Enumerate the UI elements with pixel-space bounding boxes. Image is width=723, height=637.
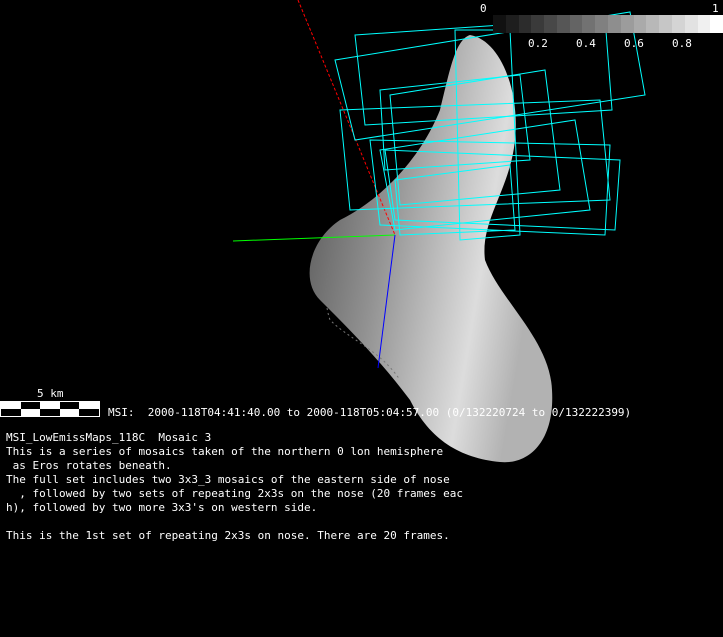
colorbar-tick: 0.6	[624, 37, 644, 50]
description-line: The full set includes two 3x3_3 mosaics …	[6, 473, 450, 486]
description-line: , followed by two sets of repeating 2x3s…	[6, 487, 463, 500]
msi-time-range: MSI: 2000-118T04:41:40.00 to 2000-118T05…	[108, 406, 632, 419]
colorbar-tick: 0.2	[528, 37, 548, 50]
description-line: h), followed by two more 3x3's on wester…	[6, 501, 318, 514]
description-line: This is a series of mosaics taken of the…	[6, 445, 444, 458]
description-line: as Eros rotates beneath.	[6, 459, 172, 472]
colorbar-max-label: 1	[712, 2, 719, 15]
scale-bar-label: 5 km	[37, 387, 64, 400]
colorbar	[493, 15, 723, 33]
mosaic-title: MSI_LowEmissMaps_118C Mosaic 3	[6, 431, 212, 444]
colorbar-tick: 0.4	[576, 37, 596, 50]
colorbar-tick: 0.8	[672, 37, 692, 50]
asteroid-eros-shape	[309, 35, 553, 463]
colorbar-min-label: 0	[480, 2, 487, 15]
scale-bar	[0, 401, 100, 417]
description-line: This is the 1st set of repeating 2x3s on…	[6, 529, 450, 542]
x-axis-line	[297, 0, 396, 236]
